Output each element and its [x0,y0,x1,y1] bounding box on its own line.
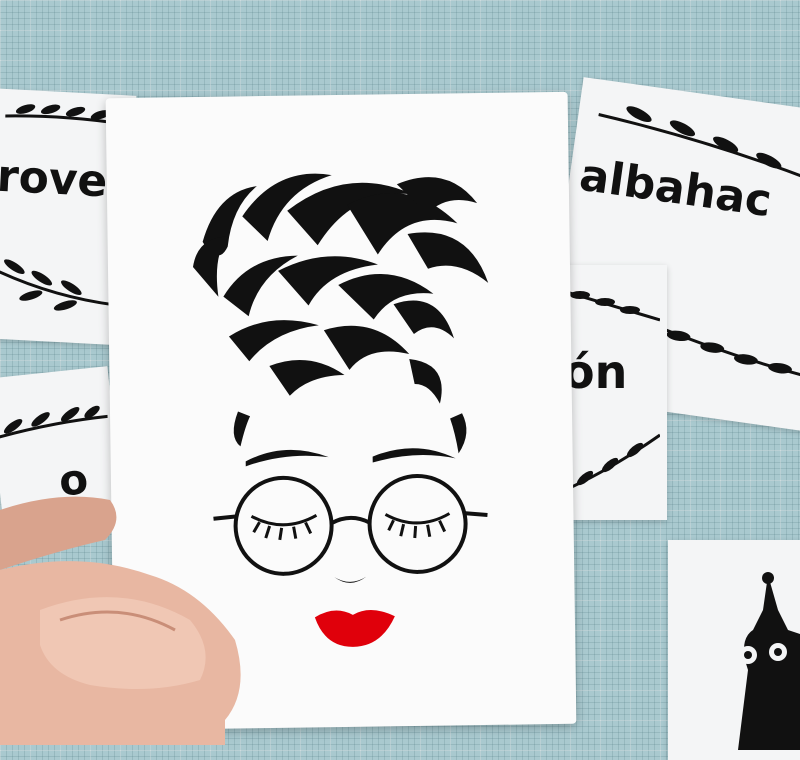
red-lips [314,610,395,647]
vine-icon [0,405,108,440]
vine-icon [649,322,800,378]
right-eye-closed [384,512,451,539]
vine-icon [560,288,660,322]
sticker-word-on: ón [563,345,628,399]
hair-bun [192,173,489,404]
cat-silhouette-icon [738,572,800,750]
hand-thumb [0,496,241,745]
left-eyebrow [245,449,329,467]
vine-icon [0,259,116,311]
vine-icon [564,433,660,492]
sticker-word-rove: rove [0,150,109,208]
nose [334,576,367,583]
sticker-cat [668,540,800,760]
left-eye-closed [250,514,318,541]
right-eyebrow [372,448,456,463]
photo-scene: rove o albahac ón [0,0,800,760]
